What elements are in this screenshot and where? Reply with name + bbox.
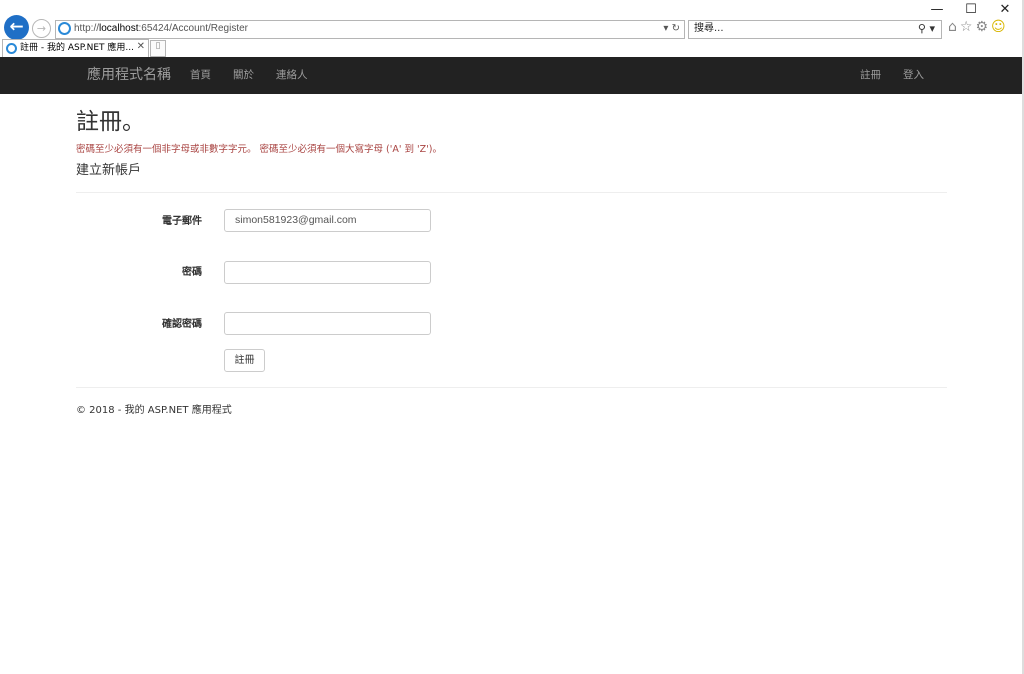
nav-login[interactable]: 登入 — [903, 57, 924, 94]
address-url[interactable]: http://localhost:65424/Account/Register — [74, 22, 248, 36]
nav-register[interactable]: 註冊 — [860, 57, 881, 94]
navbar: 應用程式名稱 首頁 關於 連絡人 註冊 登入 — [0, 57, 1022, 94]
ie-tab-icon — [6, 43, 17, 54]
footer-divider — [76, 387, 947, 388]
tab-title: 註冊 - 我的 ASP.NET 應用... — [20, 43, 134, 53]
search-icon[interactable]: ⚲ ▾ — [918, 21, 935, 36]
search-input[interactable]: 搜尋... ⚲ ▾ — [688, 20, 942, 39]
password-field[interactable] — [224, 261, 431, 284]
password-label: 密碼 — [182, 267, 202, 278]
footer-text: © 2018 - 我的 ASP.NET 應用程式 — [76, 405, 232, 416]
close-icon[interactable]: ✕ — [137, 41, 145, 52]
divider — [76, 192, 947, 193]
close-window-button[interactable]: ✕ — [988, 2, 1022, 18]
new-tab-icon: ▯ — [155, 41, 161, 51]
arrow-left-icon: ← — [9, 17, 24, 37]
ie-page-icon — [58, 22, 71, 35]
nav-home[interactable]: 首頁 — [190, 57, 211, 94]
nav-about[interactable]: 關於 — [233, 57, 254, 94]
arrow-right-icon: → — [36, 22, 47, 35]
address-bar[interactable]: http://localhost:65424/Account/Register … — [55, 20, 685, 39]
star-icon[interactable]: ☆ — [960, 19, 976, 35]
confirm-password-field[interactable] — [224, 312, 431, 335]
form-subtitle: 建立新帳戶 — [76, 163, 142, 178]
browser-tab[interactable]: 註冊 - 我的 ASP.NET 應用... ✕ — [2, 39, 149, 57]
search-placeholder: 搜尋... — [694, 23, 724, 34]
validation-error: 密碼至少必須有一個非字母或非數字字元。 密碼至少必須有一個大寫字母 ('A' 到… — [76, 144, 442, 155]
page-title: 註冊。 — [76, 109, 145, 135]
minimize-button[interactable]: — — [920, 2, 954, 18]
maximize-button[interactable]: ☐ — [954, 2, 988, 18]
back-button[interactable]: ← — [4, 15, 29, 40]
register-button[interactable]: 註冊 — [224, 349, 265, 372]
confirm-password-label: 確認密碼 — [162, 319, 202, 330]
email-field[interactable]: simon581923@gmail.com — [224, 209, 431, 232]
smiley-icon[interactable]: ☺ — [991, 19, 1009, 35]
browser-chrome: — ☐ ✕ ← → http://localhost:65424/Account… — [0, 0, 1024, 57]
home-icon[interactable]: ⌂ — [948, 19, 960, 35]
email-label: 電子郵件 — [162, 216, 202, 227]
refresh-icon[interactable]: ▾ ↻ — [663, 22, 680, 36]
nav-contact[interactable]: 連絡人 — [276, 57, 308, 94]
new-tab-button[interactable]: ▯ — [150, 40, 166, 57]
toolbar-icons: ⌂☆⚙☺ — [948, 19, 1009, 35]
forward-button[interactable]: → — [32, 19, 51, 38]
brand-link[interactable]: 應用程式名稱 — [87, 57, 171, 94]
gear-icon[interactable]: ⚙ — [975, 19, 991, 35]
